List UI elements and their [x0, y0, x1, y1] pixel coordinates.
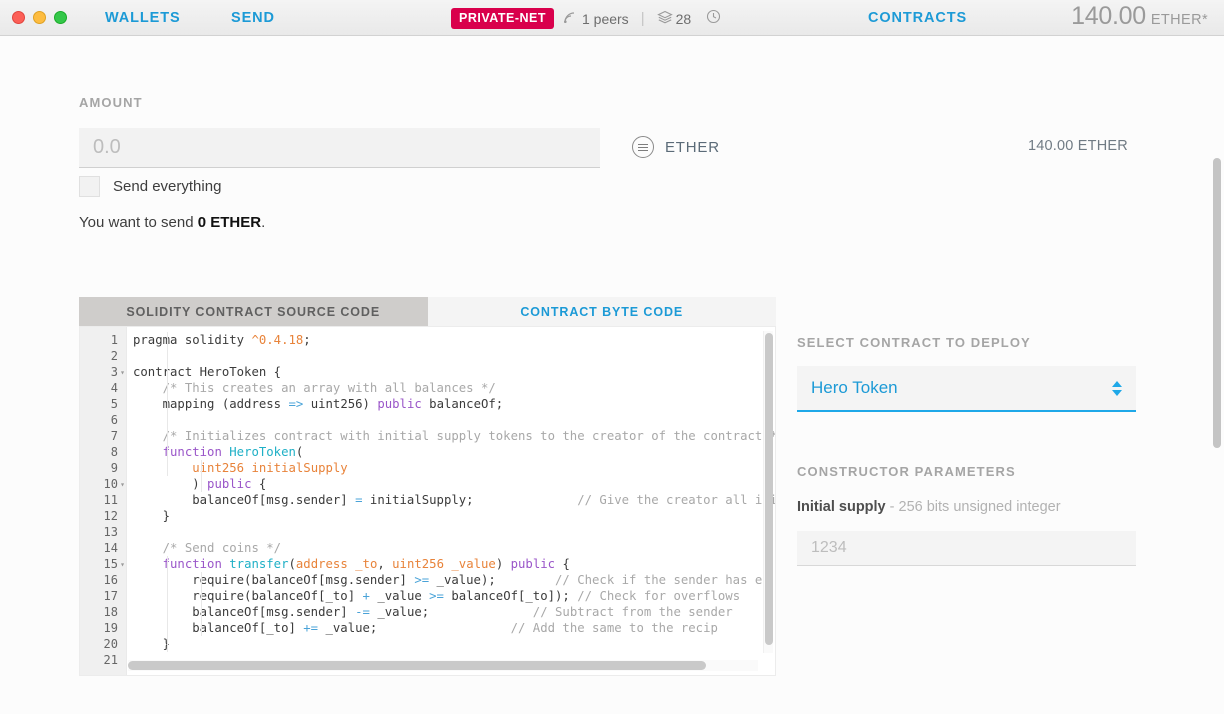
code-line — [127, 412, 775, 428]
line-number: 20 — [80, 636, 126, 652]
contract-select-value: Hero Token — [811, 378, 1112, 398]
code-line: uint256 initialSupply — [127, 460, 775, 476]
network-status-group: PRIVATE-NET 1 peers | 28 — [451, 8, 721, 29]
signal-icon — [563, 11, 578, 27]
param-description: Initial supply - 256 bits unsigned integ… — [797, 499, 1061, 515]
line-number: 10▾ — [80, 476, 126, 492]
status-divider: | — [638, 10, 648, 27]
network-badge: PRIVATE-NET — [451, 8, 554, 29]
send-summary-amount: 0 ETHER — [198, 214, 261, 231]
code-editor[interactable]: 123▾45678910▾1112131415▾161718192021 pra… — [79, 326, 776, 676]
line-number: 13 — [80, 524, 126, 540]
initial-supply-input[interactable] — [797, 531, 1136, 566]
layers-icon — [657, 10, 673, 27]
editor-code-lines: pragma solidity ^0.4.18; contract HeroTo… — [127, 332, 775, 668]
line-number: 5 — [80, 396, 126, 412]
send-everything-checkbox[interactable] — [79, 176, 100, 197]
minimize-window-button[interactable] — [33, 11, 46, 24]
page-body: AMOUNT ETHER 140.00 ETHER Send everythin… — [0, 36, 1224, 714]
select-contract-label: SELECT CONTRACT TO DEPLOY — [797, 335, 1031, 350]
fold-arrow-icon[interactable]: ▾ — [120, 477, 125, 493]
nav-contracts[interactable]: CONTRACTS — [868, 10, 967, 26]
code-line: mapping (address => uint256) public bala… — [127, 396, 775, 412]
hamburger-circle-icon[interactable] — [632, 136, 654, 158]
code-line: pragma solidity ^0.4.18; — [127, 332, 775, 348]
constructor-parameters-label: CONSTRUCTOR PARAMETERS — [797, 464, 1016, 479]
editor-code-area[interactable]: pragma solidity ^0.4.18; contract HeroTo… — [127, 327, 775, 675]
header-balance: 140.00 ETHER* — [1071, 2, 1208, 31]
line-number: 6 — [80, 412, 126, 428]
block-status: 28 — [657, 10, 692, 27]
send-everything-label: Send everything — [113, 178, 221, 195]
editor-vertical-scrollbar[interactable] — [763, 331, 773, 653]
line-number: 19 — [80, 620, 126, 636]
editor-horizontal-scrollbar[interactable] — [128, 660, 758, 671]
currency-unit-selector[interactable]: ETHER — [632, 136, 720, 158]
line-number: 12 — [80, 508, 126, 524]
peers-status: 1 peers — [563, 11, 629, 27]
code-line: ) public { — [127, 476, 775, 492]
block-count-label: 28 — [676, 11, 692, 27]
code-line: require(balanceOf[msg.sender] >= _value)… — [127, 572, 775, 588]
code-line: /* Send coins */ — [127, 540, 775, 556]
line-number: 15▾ — [80, 556, 126, 572]
window-titlebar: WALLETS SEND CONTRACTS PRIVATE-NET 1 pee… — [0, 0, 1224, 36]
code-line: function HeroToken( — [127, 444, 775, 460]
code-line — [127, 348, 775, 364]
amount-label: AMOUNT — [79, 95, 143, 110]
param-name: Initial supply — [797, 499, 886, 515]
available-balance: 140.00 ETHER — [1028, 138, 1128, 154]
line-number: 14 — [80, 540, 126, 556]
code-line: /* Initializes contract with initial sup… — [127, 428, 775, 444]
line-number: 7 — [80, 428, 126, 444]
currency-unit-label: ETHER — [665, 139, 720, 156]
code-line: } — [127, 636, 775, 652]
line-number: 18 — [80, 604, 126, 620]
line-number: 1 — [80, 332, 126, 348]
line-number: 16 — [80, 572, 126, 588]
tab-solidity-source[interactable]: SOLIDITY CONTRACT SOURCE CODE — [79, 297, 428, 326]
peers-count-label: 1 peers — [582, 11, 629, 27]
close-window-button[interactable] — [12, 11, 25, 24]
line-number: 8 — [80, 444, 126, 460]
code-tabs: SOLIDITY CONTRACT SOURCE CODE CONTRACT B… — [79, 297, 776, 326]
maximize-window-button[interactable] — [54, 11, 67, 24]
code-line — [127, 524, 775, 540]
line-number: 2 — [80, 348, 126, 364]
line-number: 17 — [80, 588, 126, 604]
tab-contract-byte-code[interactable]: CONTRACT BYTE CODE — [428, 297, 777, 326]
code-line: require(balanceOf[_to] + _value >= balan… — [127, 588, 775, 604]
updown-stepper-icon[interactable] — [1112, 381, 1122, 396]
editor-line-numbers: 123▾45678910▾1112131415▾161718192021 — [80, 327, 127, 675]
send-everything-row[interactable]: Send everything — [79, 176, 221, 197]
fold-arrow-icon[interactable]: ▾ — [120, 557, 125, 573]
contract-select[interactable]: Hero Token — [797, 366, 1136, 412]
code-line: } — [127, 508, 775, 524]
header-balance-unit: ETHER* — [1151, 12, 1208, 28]
clock-icon — [706, 9, 721, 29]
line-number: 21 — [80, 652, 126, 668]
code-line: balanceOf[_to] += _value; // Add the sam… — [127, 620, 775, 636]
code-line: contract HeroToken { — [127, 364, 775, 380]
line-number: 3▾ — [80, 364, 126, 380]
fold-arrow-icon[interactable]: ▾ — [120, 365, 125, 381]
line-number: 11 — [80, 492, 126, 508]
send-summary-prefix: You want to send — [79, 214, 198, 231]
code-line: balanceOf[msg.sender] = initialSupply; /… — [127, 492, 775, 508]
nav-send[interactable]: SEND — [231, 10, 275, 26]
code-line: /* This creates an array with all balanc… — [127, 380, 775, 396]
line-number: 4 — [80, 380, 126, 396]
amount-input[interactable] — [79, 128, 600, 168]
line-number: 9 — [80, 460, 126, 476]
page-scrollbar[interactable] — [1213, 158, 1222, 714]
header-balance-amount: 140.00 — [1071, 2, 1146, 31]
code-line: balanceOf[msg.sender] -= _value; // Subt… — [127, 604, 775, 620]
param-type: - 256 bits unsigned integer — [886, 499, 1061, 515]
window-controls — [0, 11, 67, 24]
send-summary: You want to send 0 ETHER. — [79, 214, 265, 231]
send-summary-suffix: . — [261, 214, 265, 231]
nav-wallets[interactable]: WALLETS — [105, 10, 181, 26]
code-line: function transfer(address _to, uint256 _… — [127, 556, 775, 572]
